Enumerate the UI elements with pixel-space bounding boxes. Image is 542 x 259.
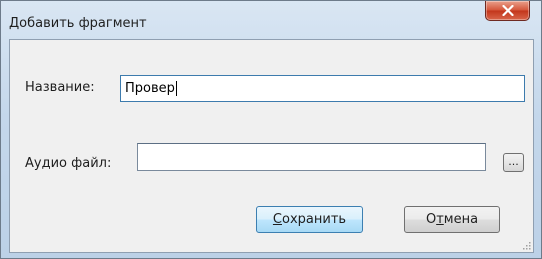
text-caret	[175, 81, 177, 96]
cancel-button-label-end: мена	[443, 212, 479, 227]
audio-file-input[interactable]	[137, 143, 486, 171]
title-bar[interactable]: Добавить фрагмент	[1, 1, 541, 39]
close-icon	[502, 5, 514, 16]
audio-file-label: Аудио файл:	[25, 156, 112, 171]
window-title: Добавить фрагмент	[9, 16, 147, 31]
dialog-content: Название: Провер Аудио файл: ... Сохрани…	[9, 39, 534, 253]
save-button-accesskey: С	[272, 212, 282, 227]
save-button-label: охранить	[282, 212, 347, 227]
close-button[interactable]	[485, 1, 530, 21]
cancel-button-label-start: О	[425, 212, 437, 227]
name-input-value: Провер	[125, 81, 175, 96]
browse-button[interactable]: ...	[503, 153, 524, 172]
resize-grip-icon[interactable]	[521, 240, 531, 250]
cancel-button[interactable]: От мена	[404, 206, 500, 233]
dialog-window: Добавить фрагмент Название: Провер Аудио…	[0, 0, 542, 259]
save-button[interactable]: Сохранить	[256, 206, 363, 233]
name-input[interactable]: Провер	[120, 75, 525, 102]
name-label: Название:	[25, 80, 95, 95]
cancel-button-accesskey: т	[436, 212, 444, 227]
